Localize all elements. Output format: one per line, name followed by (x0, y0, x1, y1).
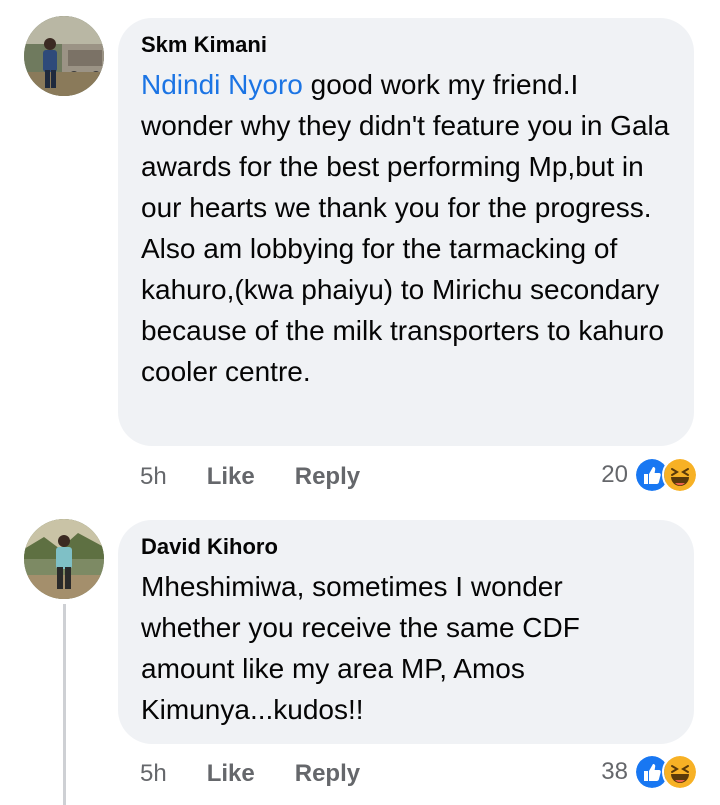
comment-timestamp[interactable]: 5h (140, 760, 167, 788)
comment-bubble: David Kihoro Mheshimiwa, sometimes I won… (118, 520, 694, 744)
avatar[interactable] (24, 519, 104, 599)
avatar[interactable] (24, 16, 104, 96)
comment-text: Mheshimiwa, sometimes I wonder whether y… (141, 571, 580, 725)
reply-thread-line (63, 604, 66, 805)
comment-author[interactable]: Skm Kimani (141, 32, 670, 58)
mention-link[interactable]: Ndindi Nyoro (141, 69, 303, 100)
haha-icon (662, 457, 698, 493)
reaction-count: 20 (601, 461, 628, 488)
reaction-summary[interactable]: 20 (601, 455, 698, 495)
comment-author[interactable]: David Kihoro (141, 534, 670, 560)
reaction-count: 38 (601, 758, 628, 785)
comment-actions: 5h Like Reply (140, 457, 400, 497)
like-button[interactable]: Like (207, 463, 255, 491)
haha-icon (662, 754, 698, 790)
like-button[interactable]: Like (207, 760, 255, 788)
comment-actions: 5h Like Reply (140, 754, 400, 794)
comment-body-text: good work my friend.I wonder why they di… (141, 69, 670, 387)
comment-timestamp[interactable]: 5h (140, 463, 167, 491)
reaction-summary[interactable]: 38 (601, 752, 698, 792)
avatar-photo (24, 16, 104, 96)
avatar-photo (24, 519, 104, 599)
reply-button[interactable]: Reply (295, 463, 360, 491)
reply-button[interactable]: Reply (295, 760, 360, 788)
comment-bubble: Skm Kimani Ndindi Nyoro good work my fri… (118, 18, 694, 446)
comment-text: Ndindi Nyoro good work my friend.I wonde… (141, 64, 670, 392)
